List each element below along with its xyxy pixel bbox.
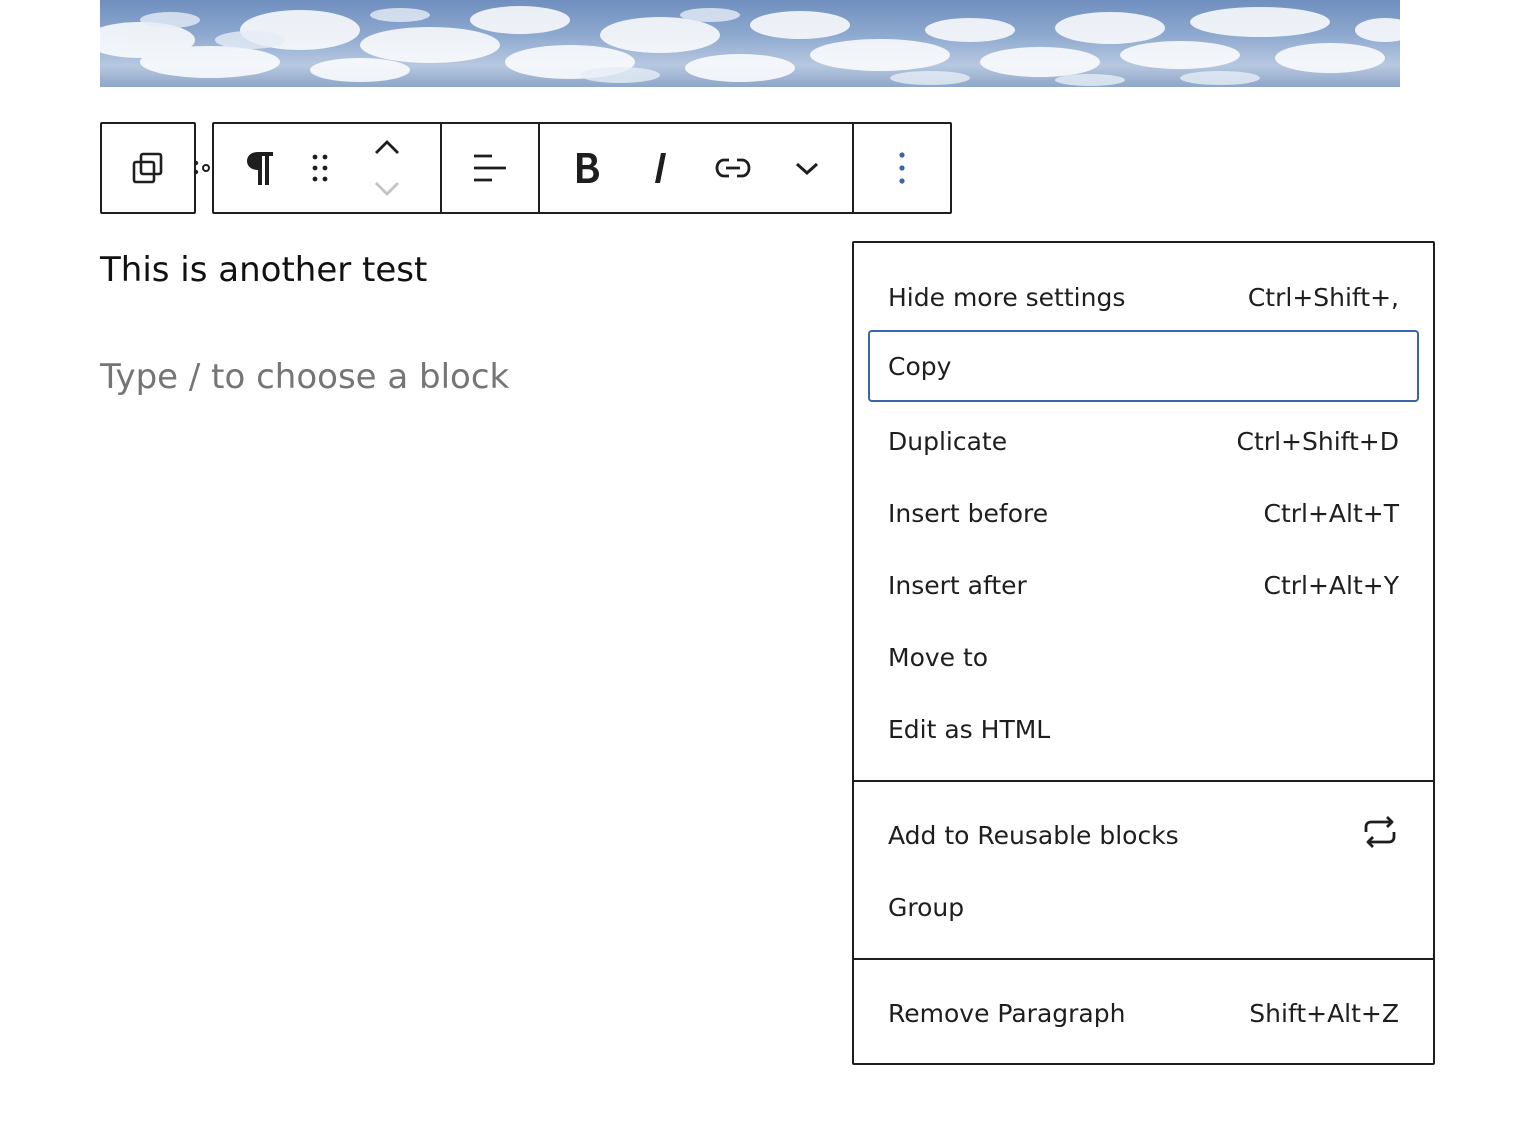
- drag-handle-icon: [310, 152, 330, 184]
- menu-item-edit-as-html[interactable]: Edit as HTML: [868, 693, 1419, 765]
- menu-item-copy[interactable]: Copy: [868, 330, 1419, 402]
- block-toolbar: [212, 122, 952, 214]
- options-button[interactable]: [854, 124, 950, 212]
- bold-button[interactable]: [554, 124, 620, 212]
- block-transform-button[interactable]: [102, 124, 194, 212]
- menu-item-label: Move to: [888, 642, 989, 672]
- menu-item-shortcut: Ctrl+Shift+,: [1247, 282, 1399, 312]
- paragraph-block[interactable]: This is another test: [100, 248, 427, 292]
- link-icon: [714, 156, 752, 180]
- menu-item-remove-paragraph[interactable]: Remove Paragraph Shift+Alt+Z: [868, 977, 1419, 1049]
- block-placeholder[interactable]: Type / to choose a block: [100, 355, 509, 399]
- link-button[interactable]: [700, 124, 766, 212]
- italic-icon: [651, 151, 671, 185]
- menu-item-insert-after[interactable]: Insert after Ctrl+Alt+Y: [868, 549, 1419, 621]
- menu-item-label: Hide more settings: [888, 282, 1126, 312]
- menu-item-label: Duplicate: [888, 426, 1008, 456]
- block-transform-toolbar: [100, 122, 196, 214]
- pilcrow-icon: [244, 149, 276, 187]
- more-vertical-icon: [898, 151, 906, 185]
- chevron-down-icon: [794, 160, 820, 176]
- reusable-block-icon: [1361, 813, 1399, 857]
- menu-item-add-to-reusable-blocks[interactable]: Add to Reusable blocks: [868, 799, 1419, 871]
- italic-button[interactable]: [628, 124, 694, 212]
- bold-icon: [573, 151, 601, 185]
- menu-item-group[interactable]: Group: [868, 871, 1419, 943]
- menu-item-shortcut: Ctrl+Shift+D: [1236, 426, 1399, 456]
- move-down-button[interactable]: [364, 168, 410, 212]
- more-rich-text-button[interactable]: [774, 124, 840, 212]
- menu-item-insert-before[interactable]: Insert before Ctrl+Alt+T: [868, 477, 1419, 549]
- menu-item-hide-more-settings[interactable]: Hide more settings Ctrl+Shift+,: [868, 261, 1419, 333]
- menu-item-shortcut: Ctrl+Alt+Y: [1263, 570, 1400, 600]
- menu-item-label: Insert after: [888, 570, 1027, 600]
- drag-handle-button[interactable]: [298, 124, 342, 212]
- menu-item-label: Edit as HTML: [888, 714, 1051, 744]
- menu-item-duplicate[interactable]: Duplicate Ctrl+Shift+D: [868, 405, 1419, 477]
- chevron-down-icon: [373, 180, 401, 200]
- hidden-block-icon: [192, 154, 212, 184]
- menu-item-label: Copy: [888, 351, 952, 381]
- menu-item-move-to[interactable]: Move to: [868, 621, 1419, 693]
- block-type-button[interactable]: [222, 124, 298, 212]
- editor-canvas: This is another test Type / to choose a …: [0, 0, 1528, 1124]
- sky-image: [100, 0, 1400, 87]
- menu-item-shortcut: Ctrl+Alt+T: [1263, 498, 1400, 528]
- menu-divider: [854, 958, 1433, 960]
- toolbar-divider: [538, 124, 540, 212]
- menu-item-label: Insert before: [888, 498, 1049, 528]
- menu-item-shortcut: Shift+Alt+Z: [1249, 998, 1399, 1028]
- move-up-button[interactable]: [364, 124, 410, 168]
- menu-item-label: Remove Paragraph: [888, 998, 1126, 1028]
- align-button[interactable]: [442, 124, 538, 212]
- chevron-up-icon: [373, 136, 401, 156]
- menu-divider: [854, 780, 1433, 782]
- align-left-icon: [472, 152, 508, 184]
- block-options-menu: Hide more settings Ctrl+Shift+, Copy Dup…: [852, 241, 1435, 1065]
- menu-item-label: Add to Reusable blocks: [888, 820, 1179, 850]
- block-transform-icon: [130, 150, 166, 186]
- menu-item-label: Group: [888, 892, 965, 922]
